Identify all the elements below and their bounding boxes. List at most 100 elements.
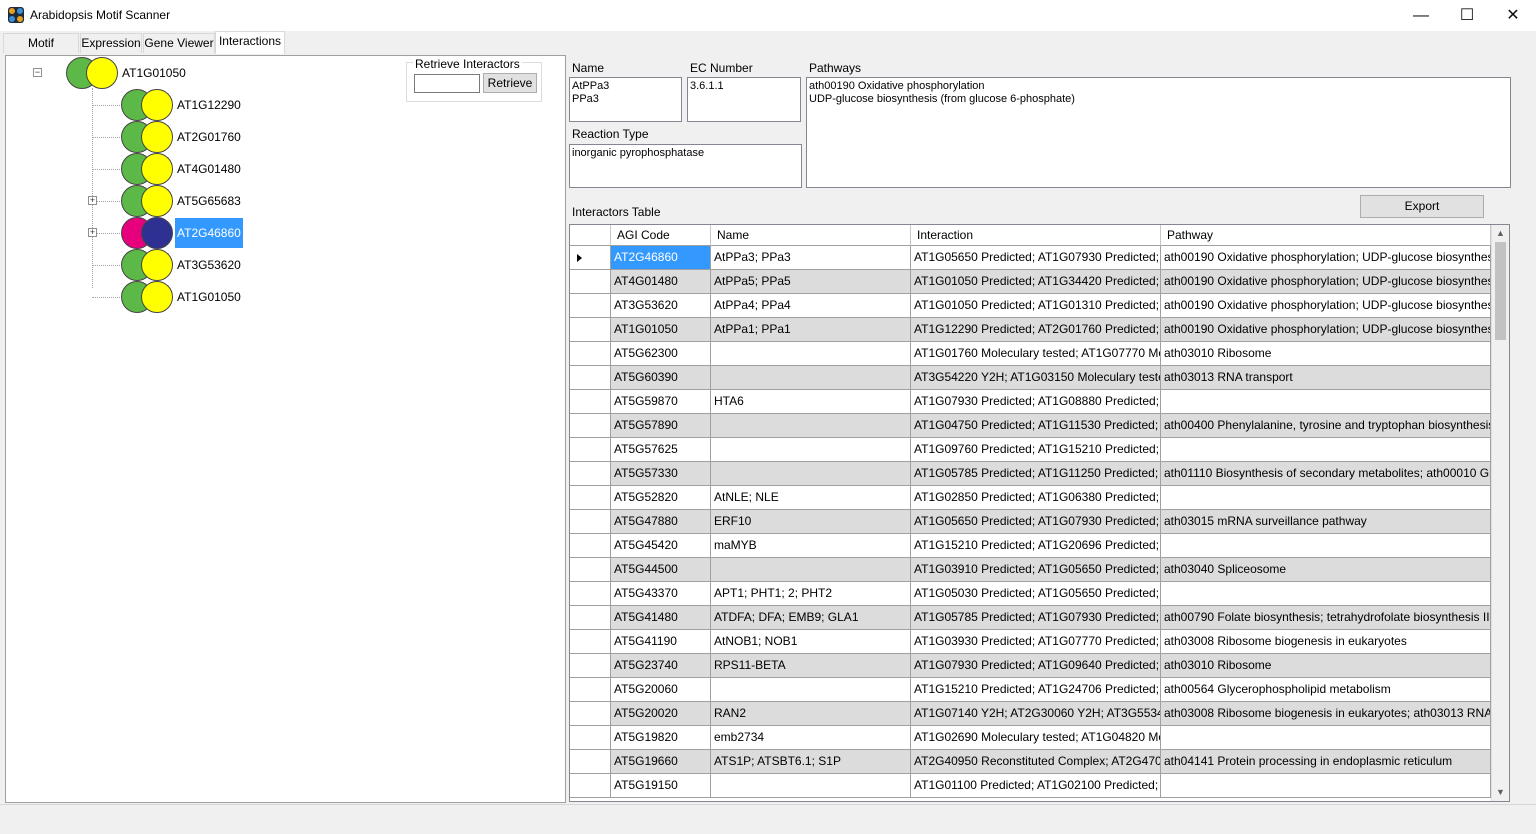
cell-agi-code[interactable]: AT5G41190 [611, 630, 711, 654]
cell-name[interactable] [711, 366, 911, 390]
table-row[interactable]: AT2G46860 AtPPa3; PPa3 AT1G05650 Predicted… [570, 246, 1491, 270]
cell-name[interactable] [711, 438, 911, 462]
close-button[interactable]: ✕ [1490, 0, 1536, 31]
cell-name[interactable]: emb2734 [711, 726, 911, 750]
cell-interaction[interactable]: AT1G01050 Predicted; AT1G34420 Predicted… [911, 270, 1161, 294]
cell-name[interactable] [711, 414, 911, 438]
tree-node-label[interactable]: AT2G46860 [175, 218, 243, 248]
table-row[interactable]: AT5G23740 RPS11-BETA AT1G07930 Predicted; … [570, 654, 1491, 678]
row-selector[interactable] [570, 606, 611, 630]
row-selector[interactable] [570, 750, 611, 774]
header-name[interactable]: Name [711, 225, 911, 246]
row-selector[interactable] [570, 654, 611, 678]
reaction-type-field[interactable]: inorganic pyrophosphatase [569, 144, 802, 188]
maximize-button[interactable]: ☐ [1444, 0, 1490, 31]
cell-agi-code[interactable]: AT5G20020 [611, 702, 711, 726]
row-selector[interactable] [570, 318, 611, 342]
cell-pathway[interactable] [1161, 534, 1491, 558]
cell-pathway[interactable] [1161, 486, 1491, 510]
cell-interaction[interactable]: AT1G01050 Predicted; AT1G01310 Predicted… [911, 294, 1161, 318]
header-pathway[interactable]: Pathway [1161, 225, 1491, 246]
cell-pathway[interactable]: ath00564 Glycerophospholipid metabolism [1161, 678, 1491, 702]
table-row[interactable]: AT5G57330 AT1G05785 Predicted; AT1G11250 … [570, 462, 1491, 486]
row-selector[interactable] [570, 558, 611, 582]
cell-pathway[interactable] [1161, 774, 1491, 798]
minimize-button[interactable]: — [1398, 0, 1444, 31]
cell-pathway[interactable]: ath03010 Ribosome [1161, 342, 1491, 366]
row-selector[interactable] [570, 342, 611, 366]
tree-root-label[interactable]: AT1G01050 [120, 58, 188, 88]
cell-agi-code[interactable]: AT5G19150 [611, 774, 711, 798]
cell-name[interactable] [711, 342, 911, 366]
tab-expression[interactable]: Expression [80, 33, 142, 53]
table-row[interactable]: AT5G20020 RAN2 AT1G07140 Y2H; AT2G30060 Y2… [570, 702, 1491, 726]
cell-name[interactable]: RAN2 [711, 702, 911, 726]
cell-pathway[interactable]: ath01110 Biosynthesis of secondary metab… [1161, 462, 1491, 486]
cell-name[interactable] [711, 774, 911, 798]
tree-node-label[interactable]: AT3G53620 [175, 250, 243, 280]
retrieve-input[interactable] [414, 74, 480, 93]
scroll-down-arrow-icon[interactable]: ▼ [1492, 784, 1509, 801]
row-selector[interactable] [570, 246, 611, 270]
cell-name[interactable]: AtPPa5; PPa5 [711, 270, 911, 294]
interactors-table[interactable]: AGI Code Name Interaction Pathway AT2G46… [569, 224, 1510, 802]
cell-pathway[interactable]: ath00190 Oxidative phosphorylation; UDP-… [1161, 294, 1491, 318]
row-selector[interactable] [570, 486, 611, 510]
cell-agi-code[interactable]: AT5G62300 [611, 342, 711, 366]
scroll-up-arrow-icon[interactable]: ▲ [1492, 225, 1509, 242]
row-selector[interactable] [570, 726, 611, 750]
cell-interaction[interactable]: AT1G02690 Moleculary tested; AT1G04820 M… [911, 726, 1161, 750]
tree-node-label[interactable]: AT1G01050 [175, 282, 243, 312]
cell-interaction[interactable]: AT1G07140 Y2H; AT2G30060 Y2H; AT3G5534..… [911, 702, 1161, 726]
cell-interaction[interactable]: AT1G01100 Predicted; AT1G02100 Predicted… [911, 774, 1161, 798]
tree-node-label[interactable]: AT1G12290 [175, 90, 243, 120]
cell-agi-code[interactable]: AT5G60390 [611, 366, 711, 390]
table-row[interactable]: AT5G41480 ATDFA; DFA; EMB9; GLA1 AT1G05785… [570, 606, 1491, 630]
cell-name[interactable] [711, 678, 911, 702]
cell-interaction[interactable]: AT1G03930 Predicted; AT1G07770 Predicted… [911, 630, 1161, 654]
cell-name[interactable]: ERF10 [711, 510, 911, 534]
cell-pathway[interactable]: ath03010 Ribosome [1161, 654, 1491, 678]
cell-agi-code[interactable]: AT1G01050 [611, 318, 711, 342]
cell-interaction[interactable]: AT1G15210 Predicted; AT1G20696 Predicted… [911, 534, 1161, 558]
cell-pathway[interactable]: ath00400 Phenylalanine, tyrosine and try… [1161, 414, 1491, 438]
cell-name[interactable]: AtPPa4; PPa4 [711, 294, 911, 318]
cell-name[interactable]: ATDFA; DFA; EMB9; GLA1 [711, 606, 911, 630]
tab-motif-scanner[interactable]: Motif Scanner [3, 33, 79, 68]
ec-number-field[interactable]: 3.6.1.1 [687, 77, 801, 122]
cell-name[interactable]: AtPPa3; PPa3 [711, 246, 911, 270]
cell-pathway[interactable] [1161, 390, 1491, 414]
cell-name[interactable]: ATS1P; ATSBT6.1; S1P [711, 750, 911, 774]
cell-agi-code[interactable]: AT5G43370 [611, 582, 711, 606]
cell-interaction[interactable]: AT1G09760 Predicted; AT1G15210 Predicted… [911, 438, 1161, 462]
cell-pathway[interactable]: ath03008 Ribosome biogenesis in eukaryot… [1161, 702, 1491, 726]
cell-agi-code[interactable]: AT3G53620 [611, 294, 711, 318]
cell-name[interactable] [711, 558, 911, 582]
tab-gene-viewer[interactable]: Gene Viewer [143, 33, 215, 53]
cell-agi-code[interactable]: AT5G47880 [611, 510, 711, 534]
tree-node-expander-icon[interactable]: + [88, 228, 97, 237]
cell-name[interactable] [711, 462, 911, 486]
cell-interaction[interactable]: AT1G01760 Moleculary tested; AT1G07770 M… [911, 342, 1161, 366]
table-row[interactable]: AT3G53620 AtPPa4; PPa4 AT1G01050 Predicted… [570, 294, 1491, 318]
cell-pathway[interactable]: ath00190 Oxidative phosphorylation; UDP-… [1161, 246, 1491, 270]
cell-agi-code[interactable]: AT5G57625 [611, 438, 711, 462]
cell-agi-code[interactable]: AT5G19660 [611, 750, 711, 774]
row-selector[interactable] [570, 510, 611, 534]
table-row[interactable]: AT5G20060 AT1G15210 Predicted; AT1G24706 … [570, 678, 1491, 702]
table-row[interactable]: AT1G01050 AtPPa1; PPa1 AT1G12290 Predicted… [570, 318, 1491, 342]
table-vertical-scrollbar[interactable]: ▲ ▼ [1491, 225, 1509, 801]
cell-interaction[interactable]: AT1G07930 Predicted; AT1G09640 Predicted… [911, 654, 1161, 678]
retrieve-button[interactable]: Retrieve [483, 73, 537, 93]
cell-interaction[interactable]: AT2G40950 Reconstituted Complex; AT2G470… [911, 750, 1161, 774]
table-row[interactable]: AT5G19820 emb2734 AT1G02690 Moleculary tes… [570, 726, 1491, 750]
cell-interaction[interactable]: AT1G07930 Predicted; AT1G08880 Predicted… [911, 390, 1161, 414]
tab-interactions[interactable]: Interactions [215, 31, 285, 54]
cell-interaction[interactable]: AT1G02850 Predicted; AT1G06380 Predicted… [911, 486, 1161, 510]
cell-agi-code[interactable]: AT5G45420 [611, 534, 711, 558]
cell-agi-code[interactable]: AT5G19820 [611, 726, 711, 750]
cell-pathway[interactable]: ath04141 Protein processing in endoplasm… [1161, 750, 1491, 774]
tree-root-expander-icon[interactable]: − [33, 68, 42, 77]
cell-interaction[interactable]: AT1G15210 Predicted; AT1G24706 Predicted… [911, 678, 1161, 702]
scroll-thumb[interactable] [1495, 242, 1506, 340]
